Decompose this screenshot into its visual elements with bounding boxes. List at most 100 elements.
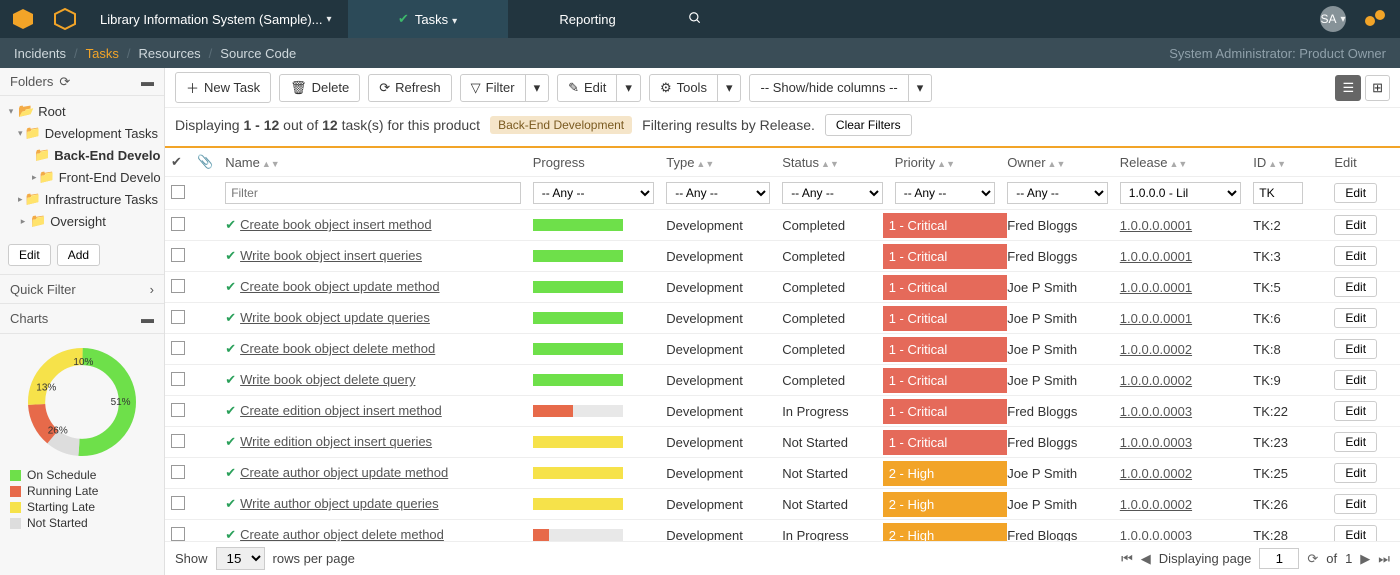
- select-all-checkbox[interactable]: [171, 185, 185, 199]
- task-name-link[interactable]: Create book object delete method: [240, 341, 435, 356]
- task-name-link[interactable]: Create edition object insert method: [240, 403, 442, 418]
- page-refresh-icon[interactable]: ⟳: [1307, 551, 1318, 567]
- col-id[interactable]: ID▲▼: [1247, 148, 1328, 177]
- subnav-incidents[interactable]: Incidents: [14, 46, 66, 61]
- subnav-resources[interactable]: Resources: [139, 46, 201, 61]
- row-edit-button[interactable]: Edit: [1334, 277, 1377, 297]
- col-release[interactable]: Release▲▼: [1114, 148, 1247, 177]
- prev-page-icon[interactable]: ◀: [1141, 551, 1151, 567]
- last-page-icon[interactable]: ⏭: [1378, 551, 1390, 567]
- release-link[interactable]: 1.0.0.0.0003: [1120, 404, 1192, 419]
- row-edit-button[interactable]: Edit: [1334, 494, 1377, 514]
- rows-per-page-select[interactable]: 15: [216, 547, 265, 570]
- list-view-icon[interactable]: ☰: [1335, 75, 1361, 101]
- col-status[interactable]: Status▲▼: [776, 148, 889, 177]
- tools-button[interactable]: ⚙Tools: [649, 74, 718, 102]
- subnav-source-code[interactable]: Source Code: [220, 46, 296, 61]
- delete-button[interactable]: 🗑Delete: [279, 74, 360, 102]
- task-name-link[interactable]: Create author object update method: [240, 465, 448, 480]
- row-checkbox[interactable]: [171, 465, 185, 479]
- edit-button[interactable]: ✎Edit: [557, 74, 617, 102]
- row-checkbox[interactable]: [171, 217, 185, 231]
- row-edit-button[interactable]: Edit: [1334, 370, 1377, 390]
- row-edit-button[interactable]: Edit: [1334, 463, 1377, 483]
- page-input[interactable]: [1259, 548, 1299, 569]
- quick-filter-toggle[interactable]: Quick Filter›: [0, 274, 164, 304]
- tree-oversight[interactable]: ▸📁Oversight: [0, 210, 164, 232]
- user-avatar[interactable]: SA: [1320, 6, 1346, 32]
- tree-root[interactable]: ▾📂Root: [0, 100, 164, 122]
- release-link[interactable]: 1.0.0.0.0001: [1120, 218, 1192, 233]
- row-checkbox[interactable]: [171, 341, 185, 355]
- tree-back-end[interactable]: 📁Back-End Develo: [0, 144, 164, 166]
- release-link[interactable]: 1.0.0.0.0003: [1120, 435, 1192, 450]
- release-link[interactable]: 1.0.0.0.0002: [1120, 466, 1192, 481]
- settings-gears-icon[interactable]: [1352, 9, 1400, 30]
- filter-name-input[interactable]: [225, 182, 521, 204]
- row-checkbox[interactable]: [171, 403, 185, 417]
- row-edit-button[interactable]: Edit: [1334, 339, 1377, 359]
- release-link[interactable]: 1.0.0.0.0002: [1120, 342, 1192, 357]
- folder-edit-button[interactable]: Edit: [8, 244, 51, 266]
- tree-front-end[interactable]: ▸📁Front-End Develo: [0, 166, 164, 188]
- row-checkbox[interactable]: [171, 527, 185, 541]
- col-name[interactable]: Name▲▼: [219, 148, 527, 177]
- folder-add-button[interactable]: Add: [57, 244, 100, 266]
- tree-dev-tasks[interactable]: ▾📁Development Tasks: [0, 122, 164, 144]
- first-page-icon[interactable]: ⏮: [1121, 551, 1133, 567]
- row-checkbox[interactable]: [171, 434, 185, 448]
- col-priority[interactable]: Priority▲▼: [889, 148, 1002, 177]
- tree-infra[interactable]: ▸📁Infrastructure Tasks: [0, 188, 164, 210]
- project-selector[interactable]: Library Information System (Sample)...: [84, 0, 348, 38]
- filter-button[interactable]: ▽Filter: [460, 74, 526, 102]
- edit-dropdown[interactable]: ▾: [617, 74, 641, 102]
- tools-dropdown[interactable]: ▾: [718, 74, 742, 102]
- filter-dropdown[interactable]: ▾: [526, 74, 550, 102]
- next-page-icon[interactable]: ▶: [1360, 551, 1370, 567]
- col-progress[interactable]: Progress: [527, 148, 660, 177]
- row-edit-button[interactable]: Edit: [1334, 246, 1377, 266]
- row-checkbox[interactable]: [171, 279, 185, 293]
- task-name-link[interactable]: Write book object insert queries: [240, 248, 422, 263]
- row-edit-button[interactable]: Edit: [1334, 525, 1377, 541]
- task-name-link[interactable]: Create author object delete method: [240, 527, 444, 541]
- columns-dropdown[interactable]: ▾: [909, 74, 933, 102]
- task-name-link[interactable]: Write author object update queries: [240, 496, 439, 511]
- clear-filters-button[interactable]: Clear Filters: [825, 114, 912, 136]
- task-name-link[interactable]: Create book object update method: [240, 279, 439, 294]
- logo-outline-icon[interactable]: [50, 4, 80, 34]
- subnav-tasks[interactable]: Tasks: [86, 46, 119, 61]
- col-owner[interactable]: Owner▲▼: [1001, 148, 1114, 177]
- filter-id-input[interactable]: [1253, 182, 1303, 204]
- filter-edit-button[interactable]: Edit: [1334, 183, 1377, 203]
- tab-tasks[interactable]: ✔ Tasks: [348, 0, 508, 38]
- row-checkbox[interactable]: [171, 496, 185, 510]
- release-link[interactable]: 1.0.0.0.0001: [1120, 280, 1192, 295]
- row-edit-button[interactable]: Edit: [1334, 308, 1377, 328]
- task-name-link[interactable]: Write edition object insert queries: [240, 434, 432, 449]
- row-edit-button[interactable]: Edit: [1334, 401, 1377, 421]
- search-icon[interactable]: [668, 11, 722, 28]
- row-checkbox[interactable]: [171, 372, 185, 386]
- refresh-button[interactable]: ⟳Refresh: [368, 74, 451, 102]
- filter-priority-select[interactable]: -- Any --: [895, 182, 996, 204]
- board-view-icon[interactable]: ⊞: [1365, 75, 1390, 101]
- col-type[interactable]: Type▲▼: [660, 148, 776, 177]
- row-checkbox[interactable]: [171, 248, 185, 262]
- release-link[interactable]: 1.0.0.0.0002: [1120, 497, 1192, 512]
- refresh-icon[interactable]: ⟳: [59, 74, 70, 90]
- release-link[interactable]: 1.0.0.0.0003: [1120, 528, 1192, 542]
- charts-collapse-icon[interactable]: ▬: [141, 311, 154, 326]
- row-checkbox[interactable]: [171, 310, 185, 324]
- filter-progress-select[interactable]: -- Any --: [533, 182, 654, 204]
- tab-reporting[interactable]: Reporting: [508, 0, 668, 38]
- task-name-link[interactable]: Write book object update queries: [240, 310, 430, 325]
- filter-type-select[interactable]: -- Any --: [666, 182, 770, 204]
- task-name-link[interactable]: Write book object delete query: [240, 372, 415, 387]
- release-link[interactable]: 1.0.0.0.0002: [1120, 373, 1192, 388]
- new-task-button[interactable]: ＋New Task: [175, 72, 271, 103]
- release-link[interactable]: 1.0.0.0.0001: [1120, 249, 1192, 264]
- row-edit-button[interactable]: Edit: [1334, 432, 1377, 452]
- release-link[interactable]: 1.0.0.0.0001: [1120, 311, 1192, 326]
- filter-release-select[interactable]: 1.0.0.0 - Lil: [1120, 182, 1241, 204]
